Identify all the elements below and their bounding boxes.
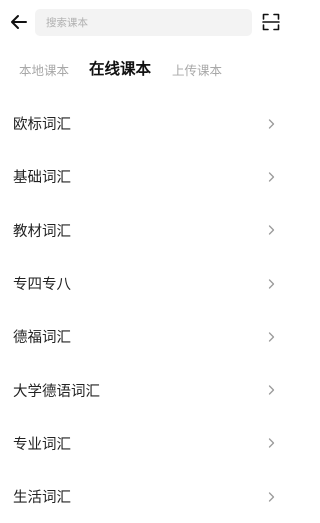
category-item-basic[interactable]: 基础词汇 xyxy=(0,150,292,203)
chevron-right-icon xyxy=(268,492,275,502)
category-item-testdaf[interactable]: 德福词汇 xyxy=(0,310,292,363)
chevron-right-icon xyxy=(268,332,275,342)
textbook-tabs: 本地课本 在线课本 上传课本 xyxy=(0,46,292,90)
scan-icon[interactable] xyxy=(262,13,280,31)
category-item-daily-life[interactable]: 生活词汇 xyxy=(0,470,292,523)
back-arrow-icon[interactable] xyxy=(8,11,30,33)
tab-online-textbooks[interactable]: 在线课本 xyxy=(89,57,151,79)
chevron-right-icon xyxy=(268,278,275,289)
category-item-university[interactable]: 大学德语词汇 xyxy=(0,363,292,416)
category-item-professional[interactable]: 专业词汇 xyxy=(0,417,292,470)
category-label: 专四专八 xyxy=(13,277,71,294)
search-input[interactable] xyxy=(46,16,252,29)
chevron-right-icon xyxy=(268,385,275,395)
category-label: 专业词汇 xyxy=(13,436,71,453)
chevron-right-icon xyxy=(268,118,275,129)
chevron-right-icon xyxy=(268,172,275,182)
category-label: 德福词汇 xyxy=(13,330,71,347)
tab-local-textbooks[interactable]: 本地课本 xyxy=(19,60,69,79)
category-label: 教材词汇 xyxy=(13,223,71,240)
chevron-right-icon xyxy=(268,438,275,449)
tab-uploaded-textbooks[interactable]: 上传课本 xyxy=(172,60,222,79)
category-item-textbook[interactable]: 教材词汇 xyxy=(0,204,292,257)
category-label: 基础词汇 xyxy=(13,170,71,187)
category-item-cefr[interactable]: 欧标词汇 xyxy=(0,97,292,150)
search-box[interactable] xyxy=(35,9,252,36)
category-label: 大学德语词汇 xyxy=(13,383,100,400)
category-item-tem[interactable]: 专四专八 xyxy=(0,257,292,310)
chevron-right-icon xyxy=(268,225,275,235)
category-label: 欧标词汇 xyxy=(13,117,71,134)
category-list: 欧标词汇 基础词汇 教材词汇 专四专八 德福词汇 大学德语词汇 专业词汇 生活词… xyxy=(0,97,292,523)
category-label: 生活词汇 xyxy=(13,490,71,507)
top-bar xyxy=(0,0,292,46)
